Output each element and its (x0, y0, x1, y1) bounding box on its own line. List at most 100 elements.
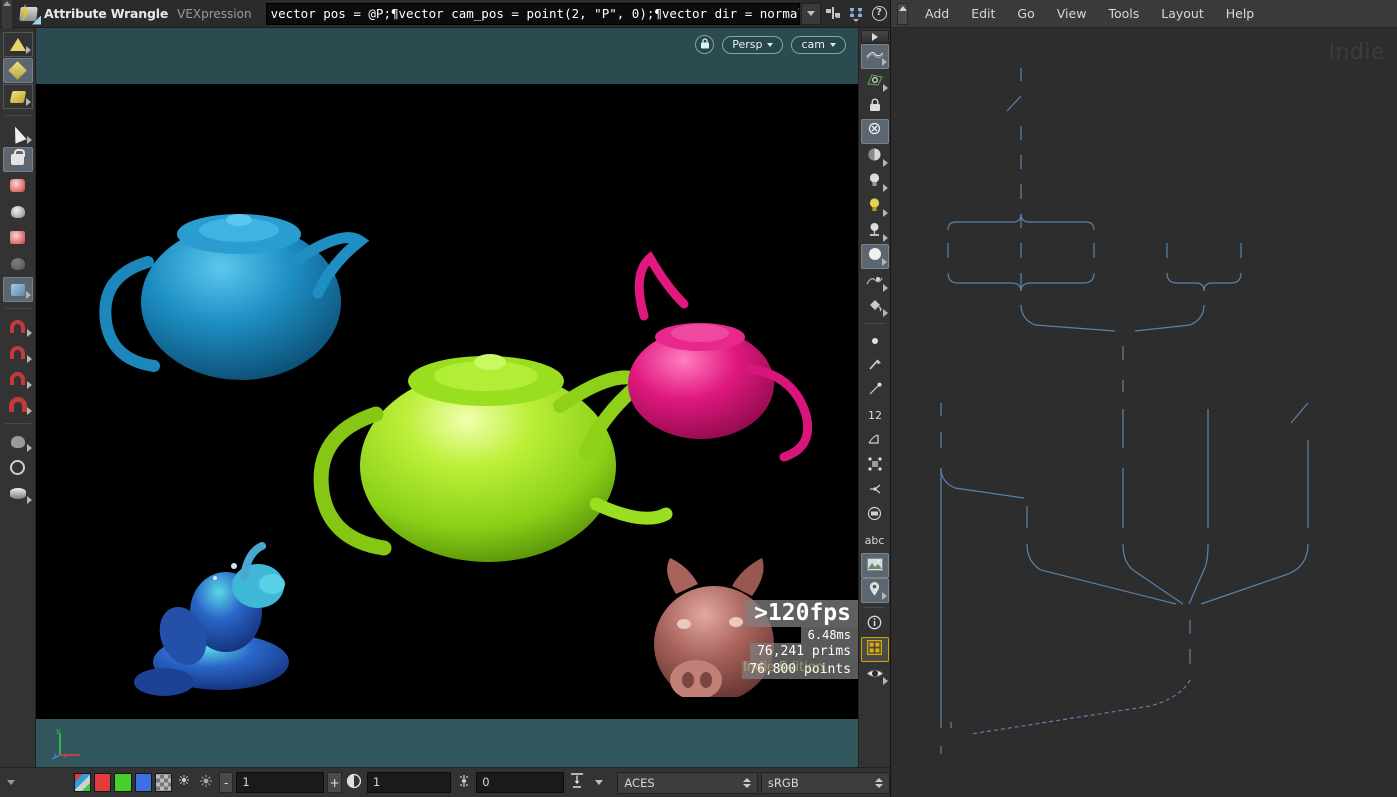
attribute-wrangle-icon (17, 3, 41, 25)
menu-help[interactable]: Help (1215, 1, 1266, 27)
red-channel-button[interactable] (94, 773, 112, 792)
bbox-display-button[interactable] (861, 453, 889, 478)
axis-gnomon: y z x (51, 727, 80, 759)
primitive-numbers-button[interactable] (861, 428, 889, 453)
view-mode-label: Persp (732, 38, 763, 51)
exposure-value-input[interactable]: 1 (236, 772, 325, 793)
rgba-channel-button[interactable] (73, 773, 92, 792)
help-button[interactable]: ? (868, 3, 890, 25)
gamma-reset-button[interactable] (175, 772, 194, 793)
pose-tool[interactable] (2, 277, 33, 302)
snap-magnet-tool[interactable] (3, 392, 33, 417)
scale-tool[interactable] (3, 225, 33, 250)
rubbertoy-blue (134, 542, 289, 696)
ocio-dropdown-button[interactable] (589, 772, 608, 793)
menu-tools[interactable]: Tools (1097, 1, 1150, 27)
text-display-button[interactable]: abc (861, 528, 889, 553)
menu-edit[interactable]: Edit (960, 1, 1006, 27)
display-space-select[interactable]: sRGB (760, 771, 891, 794)
background-image-button[interactable] (860, 553, 889, 578)
indie-watermark: Indie (1328, 40, 1385, 65)
blue-channel-button[interactable] (134, 773, 152, 792)
display-shaded-button[interactable] (860, 44, 889, 69)
point-display-button[interactable] (861, 328, 889, 353)
contrast-button[interactable] (345, 772, 364, 793)
selection-visibility-button[interactable] (861, 69, 889, 94)
shadow-sphere-button[interactable] (860, 244, 889, 269)
network-editor-canvas[interactable]: Indie (891, 28, 1397, 797)
exposure-increment-button[interactable]: + (327, 772, 342, 793)
vexpression-dropdown-button[interactable] (801, 2, 821, 25)
paint-bucket-button[interactable] (861, 294, 889, 319)
layout-quad-button[interactable] (860, 637, 889, 662)
pane-tick-handle[interactable] (897, 2, 908, 25)
snap-point-tool[interactable] (3, 366, 33, 391)
color-space-select[interactable]: ACES (617, 771, 758, 794)
lock-display-button[interactable] (861, 94, 889, 119)
select-arrow-tool[interactable] (3, 121, 33, 146)
scroll-right-button[interactable] (860, 30, 889, 44)
alpha-channel-button[interactable] (154, 773, 172, 792)
ocio-button[interactable] (567, 772, 586, 793)
bookmark-view-button[interactable] (860, 578, 889, 603)
network-editor-pane: Add Edit Go View Tools Layout Help Indie (890, 0, 1397, 797)
menu-add[interactable]: Add (914, 1, 960, 27)
pane-collapse-handle[interactable] (6, 769, 16, 797)
wireframe-shade-button[interactable] (861, 269, 889, 294)
toolbar-divider (4, 308, 31, 309)
snap-grid-tool[interactable] (3, 314, 33, 339)
parameter-tree-button[interactable] (845, 3, 867, 25)
grid-disc-button[interactable] (861, 503, 889, 528)
vexpression-input[interactable]: vector pos = @P;¶vector cam_pos = point(… (265, 2, 800, 25)
menu-layout[interactable]: Layout (1150, 1, 1215, 27)
exposure-decrement-button[interactable]: - (219, 772, 234, 793)
view-mode-dropdown[interactable]: Persp (722, 35, 784, 54)
menu-view[interactable]: View (1046, 1, 1098, 27)
snap-curve-tool[interactable] (3, 340, 33, 365)
camera-crop-tool[interactable] (3, 455, 33, 480)
material-sphere-button[interactable] (861, 144, 889, 169)
cone-primitive-tool[interactable] (2, 32, 33, 57)
light-bulb-on-icon (868, 197, 881, 217)
point-numbers-button[interactable]: 12 (861, 403, 889, 428)
headlight-button[interactable] (861, 219, 889, 244)
ghost-x-button[interactable] (860, 119, 889, 144)
menu-go[interactable]: Go (1006, 1, 1045, 27)
point-display-icon (870, 331, 880, 350)
exposure-reset-button[interactable] (197, 772, 216, 793)
light-bulb-button[interactable] (861, 169, 889, 194)
chevron-updown-icon (875, 777, 884, 788)
light-bulb-on-button[interactable] (861, 194, 889, 219)
toolbar-divider (863, 607, 886, 608)
ghost-x-icon (867, 122, 882, 141)
vector-display-button[interactable] (861, 378, 889, 403)
viewport-render-canvas[interactable]: >120fps 6.48ms 76,241 prims 76,800 point… (36, 84, 858, 719)
lut-value-input[interactable]: 0 (476, 772, 565, 793)
align-nodes-button[interactable] (822, 3, 844, 25)
chevron-down-icon (767, 42, 774, 47)
soft-transform-tool[interactable] (3, 251, 33, 276)
contrast-value-input[interactable]: 1 (366, 772, 452, 793)
lut-icon (457, 773, 471, 792)
eye-visibility-button[interactable] (861, 662, 889, 687)
lut-button[interactable] (454, 772, 473, 793)
green-channel-button[interactable] (114, 773, 132, 792)
info-button[interactable] (861, 612, 889, 637)
measure-tool[interactable] (3, 429, 33, 454)
pane-tick-handle[interactable] (2, 0, 12, 28)
lens-tool[interactable] (3, 481, 33, 506)
move-tool[interactable] (3, 173, 33, 198)
material-sphere-icon (867, 147, 882, 166)
camera-dropdown[interactable]: cam (791, 35, 846, 54)
scene-viewport[interactable]: Persp cam >120fps 6.48ms 76,241 prims 76… (36, 28, 858, 767)
network-editor-menubar: Add Edit Go View Tools Layout Help (891, 0, 1397, 28)
lock-camera-button[interactable] (695, 35, 715, 54)
paint-bucket-icon (867, 297, 882, 316)
origin-axis-button[interactable] (861, 478, 889, 503)
rotate-tool[interactable] (3, 199, 33, 224)
normals-display-button[interactable] (861, 353, 889, 378)
diamond-primitive-tool[interactable] (2, 58, 33, 83)
handle-lock-tool[interactable] (2, 147, 33, 172)
box-primitive-tool[interactable] (2, 84, 33, 109)
lock-camera-icon (700, 37, 710, 52)
